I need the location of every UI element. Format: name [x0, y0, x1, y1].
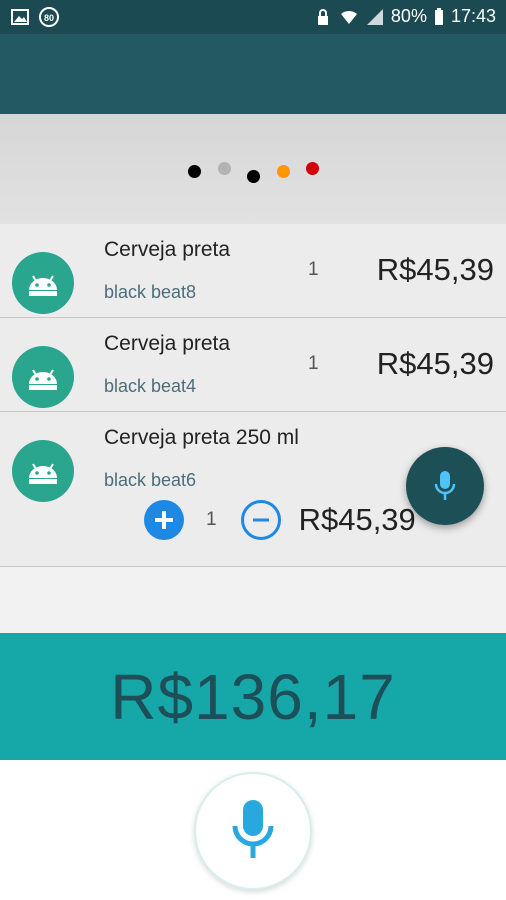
item-quantity: 1 [308, 259, 319, 280]
microphone-icon [434, 471, 456, 500]
item-name: Cerveja preta [104, 332, 231, 355]
gallery-icon [10, 7, 30, 27]
android-icon [12, 346, 74, 408]
item-price: R$45,39 [298, 502, 416, 537]
page-dot[interactable] [218, 162, 231, 175]
item-price: R$45,39 [376, 252, 494, 287]
page-dot[interactable] [188, 165, 201, 178]
item-price: R$45,39 [376, 346, 494, 381]
plus-icon [155, 511, 173, 529]
quantity-stepper: 1 R$45,39 [144, 500, 416, 540]
microphone-icon [232, 800, 274, 858]
signal-icon [365, 7, 385, 27]
cart-item-row[interactable]: Cerveja preta black beat4 1 R$45,39 [0, 318, 506, 412]
decrease-quantity-button[interactable] [240, 500, 281, 540]
bottom-area [0, 760, 506, 900]
app-bar [0, 34, 506, 114]
minus-icon [252, 518, 269, 522]
item-name: Cerveja preta [104, 238, 231, 261]
increase-quantity-button[interactable] [144, 500, 184, 540]
cart-item-row[interactable]: Cerveja preta black beat8 1 R$45,39 [0, 224, 506, 318]
page-dot[interactable] [306, 162, 319, 175]
page-indicator-panel [0, 114, 506, 224]
item-name: Cerveja preta 250 ml [104, 426, 299, 449]
badge-icon: 80 [38, 7, 59, 27]
clock: 17:43 [450, 6, 496, 26]
page-dot[interactable] [277, 165, 290, 178]
item-subtitle: black beat6 [104, 470, 197, 490]
voice-fab-button[interactable] [406, 447, 484, 525]
android-icon [12, 252, 74, 314]
badge-count: 80 [44, 13, 54, 23]
voice-input-button[interactable] [194, 772, 312, 890]
item-subtitle: black beat4 [104, 376, 197, 396]
android-icon [12, 440, 74, 502]
status-bar: 80 80% 17:43 [0, 0, 506, 34]
page-dot[interactable] [247, 170, 260, 183]
item-quantity: 1 [206, 509, 217, 530]
lock-icon [313, 7, 333, 27]
cart-total: R$136,17 [110, 660, 396, 733]
wifi-icon [339, 7, 359, 27]
battery-icon [433, 7, 445, 27]
item-quantity: 1 [308, 353, 319, 374]
item-subtitle: black beat8 [104, 282, 197, 302]
battery-percent: 80% [390, 6, 427, 26]
total-bar: R$136,17 [0, 633, 506, 760]
